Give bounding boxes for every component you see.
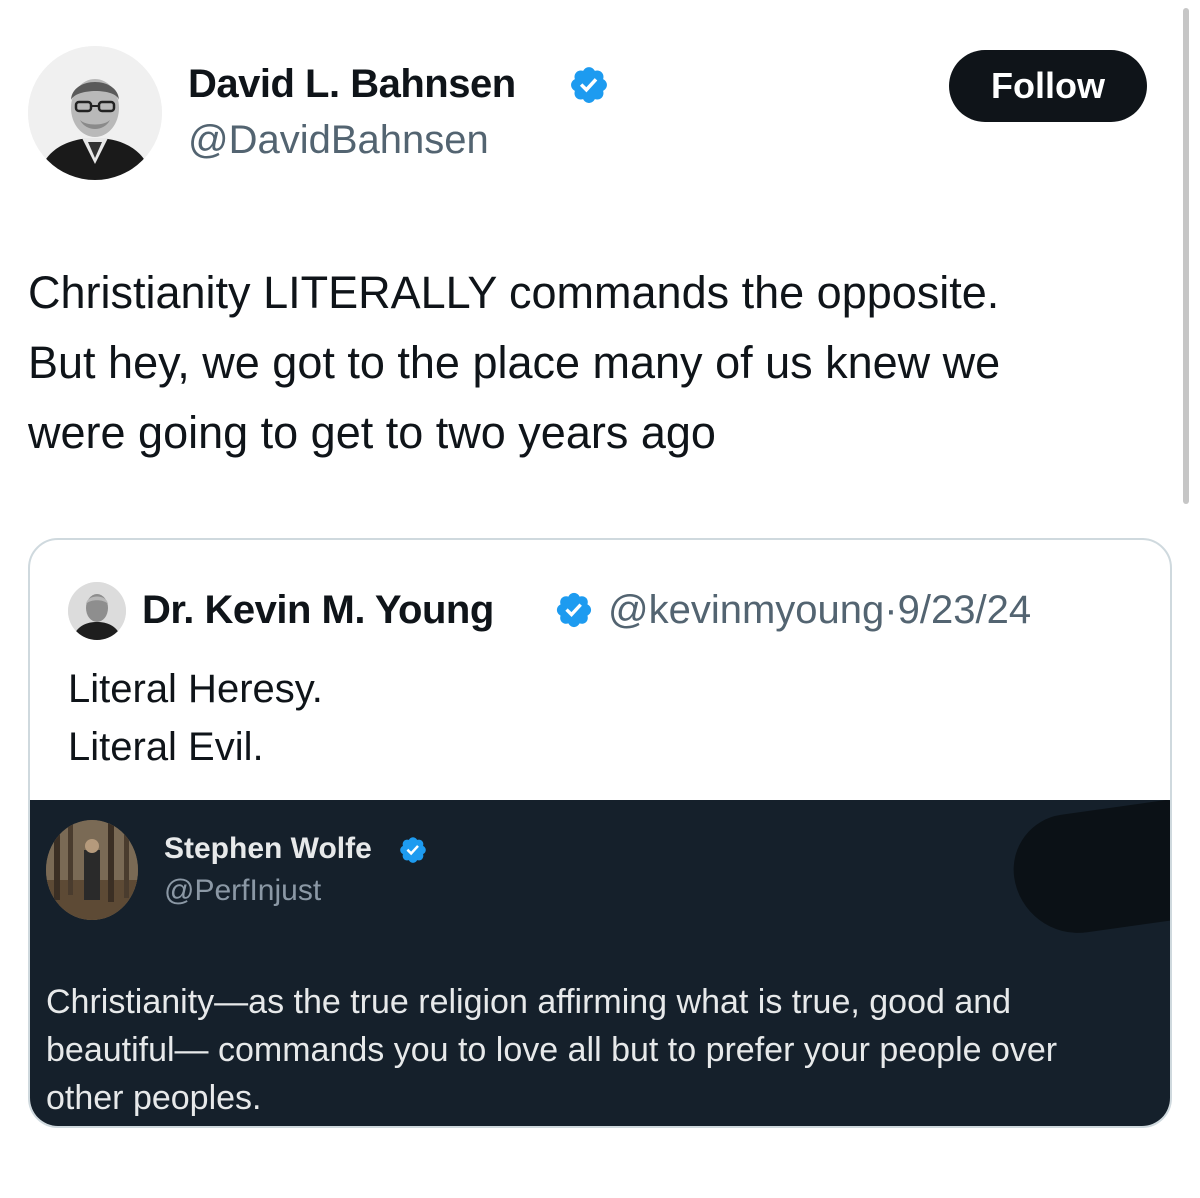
person-portrait-avatar-icon bbox=[68, 582, 126, 640]
embedded-text-line: Christianity—as the true religion affirm… bbox=[46, 983, 1012, 1021]
embedded-text-line: other peoples. bbox=[46, 1079, 262, 1117]
forest-portrait-avatar-icon bbox=[46, 820, 138, 920]
verified-badge-icon bbox=[556, 592, 592, 628]
embedded-author-handle: @PerfInjust bbox=[164, 874, 322, 907]
embedded-screenshot-image[interactable]: Stephen Wolfe @PerfInjust Christianity—a… bbox=[30, 798, 1170, 1126]
embedded-text-line: beautiful— commands you to love all but … bbox=[46, 1031, 1058, 1069]
embedded-author-avatar bbox=[46, 820, 138, 920]
quote-author-handle-date[interactable]: @kevinmyoung·9/23/24 bbox=[608, 588, 1031, 633]
quote-author-name[interactable]: Dr. Kevin M. Young bbox=[142, 588, 494, 633]
quote-author-avatar[interactable] bbox=[68, 582, 126, 640]
author-handle[interactable]: @DavidBahnsen bbox=[188, 118, 489, 163]
quoted-tweet-card[interactable]: Dr. Kevin M. Young @kevinmyoung·9/23/24 … bbox=[28, 538, 1172, 1128]
embedded-tweet-text: Christianity—as the true religion affirm… bbox=[46, 978, 1156, 1122]
tweet-text-line: were going to get to two years ago bbox=[28, 407, 716, 458]
redaction-smudge bbox=[1006, 798, 1170, 942]
quote-text-line: Literal Heresy. bbox=[68, 667, 323, 711]
quote-text: Literal Heresy. Literal Evil. bbox=[68, 660, 323, 776]
author-name[interactable]: David L. Bahnsen bbox=[188, 62, 516, 107]
quote-text-line: Literal Evil. bbox=[68, 725, 264, 769]
person-portrait-avatar-icon bbox=[28, 46, 162, 180]
verified-badge-icon bbox=[571, 67, 607, 103]
tweet-text-line: But hey, we got to the place many of us … bbox=[28, 337, 1001, 388]
author-avatar[interactable] bbox=[28, 46, 162, 180]
follow-button[interactable]: Follow bbox=[949, 50, 1147, 122]
page-scrollbar[interactable] bbox=[1183, 8, 1189, 504]
tweet-text-line: Christianity LITERALLY commands the oppo… bbox=[28, 267, 1000, 318]
embedded-author-name: Stephen Wolfe bbox=[164, 832, 372, 865]
verified-badge-icon bbox=[400, 837, 426, 863]
tweet-text: Christianity LITERALLY commands the oppo… bbox=[28, 258, 1178, 468]
